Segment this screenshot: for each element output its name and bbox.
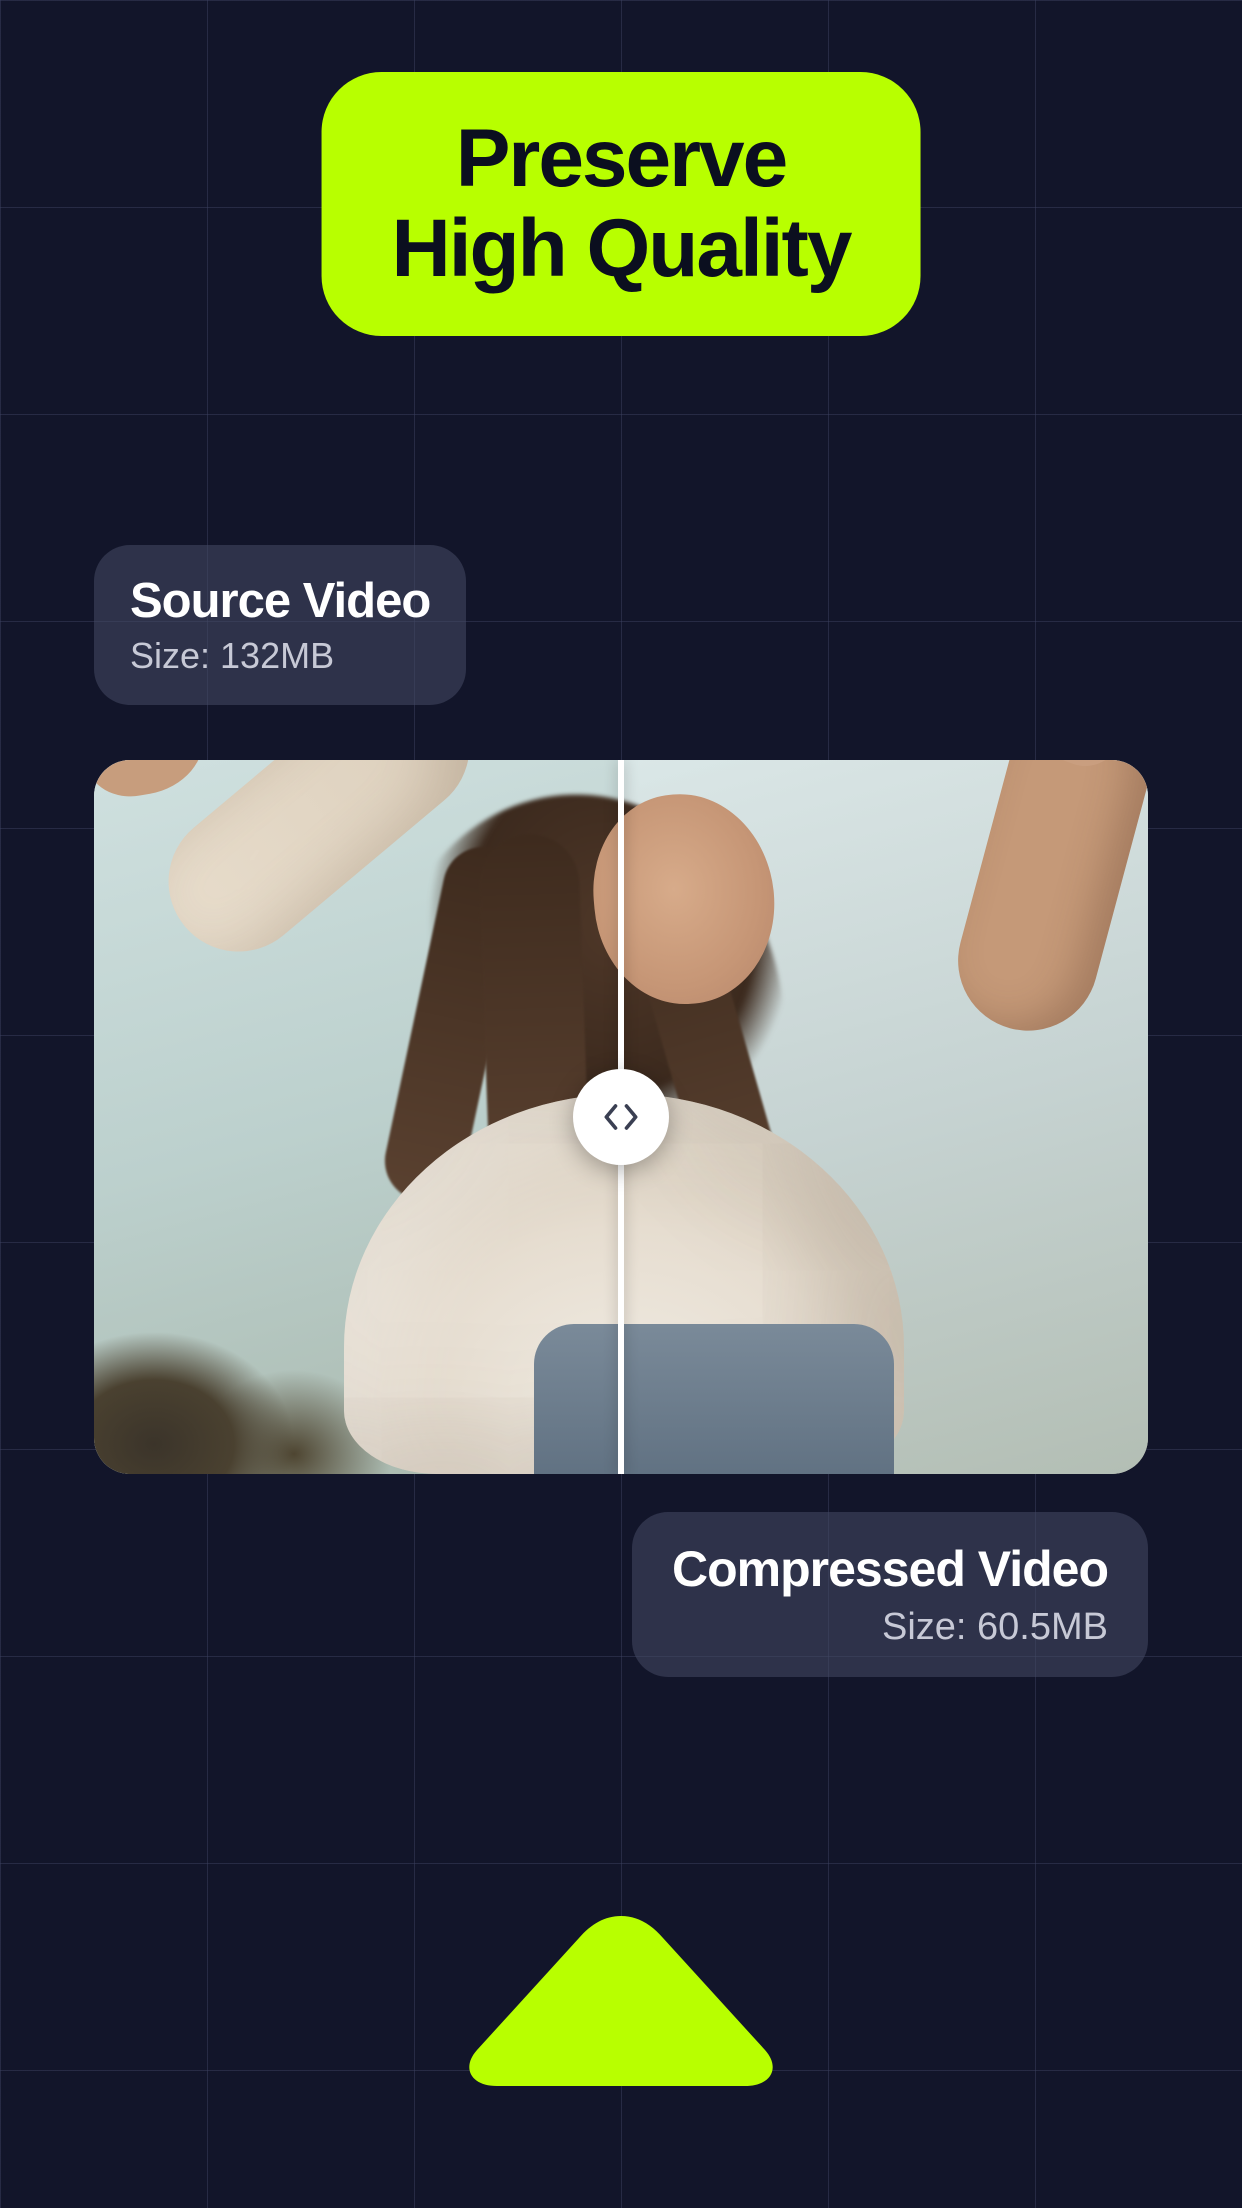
compare-slider-icon <box>599 1095 643 1139</box>
source-video-title: Source Video <box>130 573 430 629</box>
swipe-up-indicator[interactable] <box>451 1910 791 2090</box>
compressed-video-title: Compressed Video <box>672 1540 1108 1598</box>
video-compare-panel[interactable] <box>94 760 1148 1474</box>
compressed-video-size: Size: 60.5MB <box>672 1606 1108 1649</box>
arrow-up-icon <box>451 1910 791 2090</box>
compressed-video-card: Compressed Video Size: 60.5MB <box>632 1512 1148 1677</box>
source-video-size: Size: 132MB <box>130 635 430 677</box>
headline-line-1: Preserve <box>392 114 851 204</box>
source-video-card: Source Video Size: 132MB <box>94 545 466 705</box>
image-subject <box>304 954 984 1474</box>
headline-line-2: High Quality <box>392 204 851 294</box>
compare-slider-handle[interactable] <box>573 1069 669 1165</box>
headline-pill: Preserve High Quality <box>322 72 921 336</box>
